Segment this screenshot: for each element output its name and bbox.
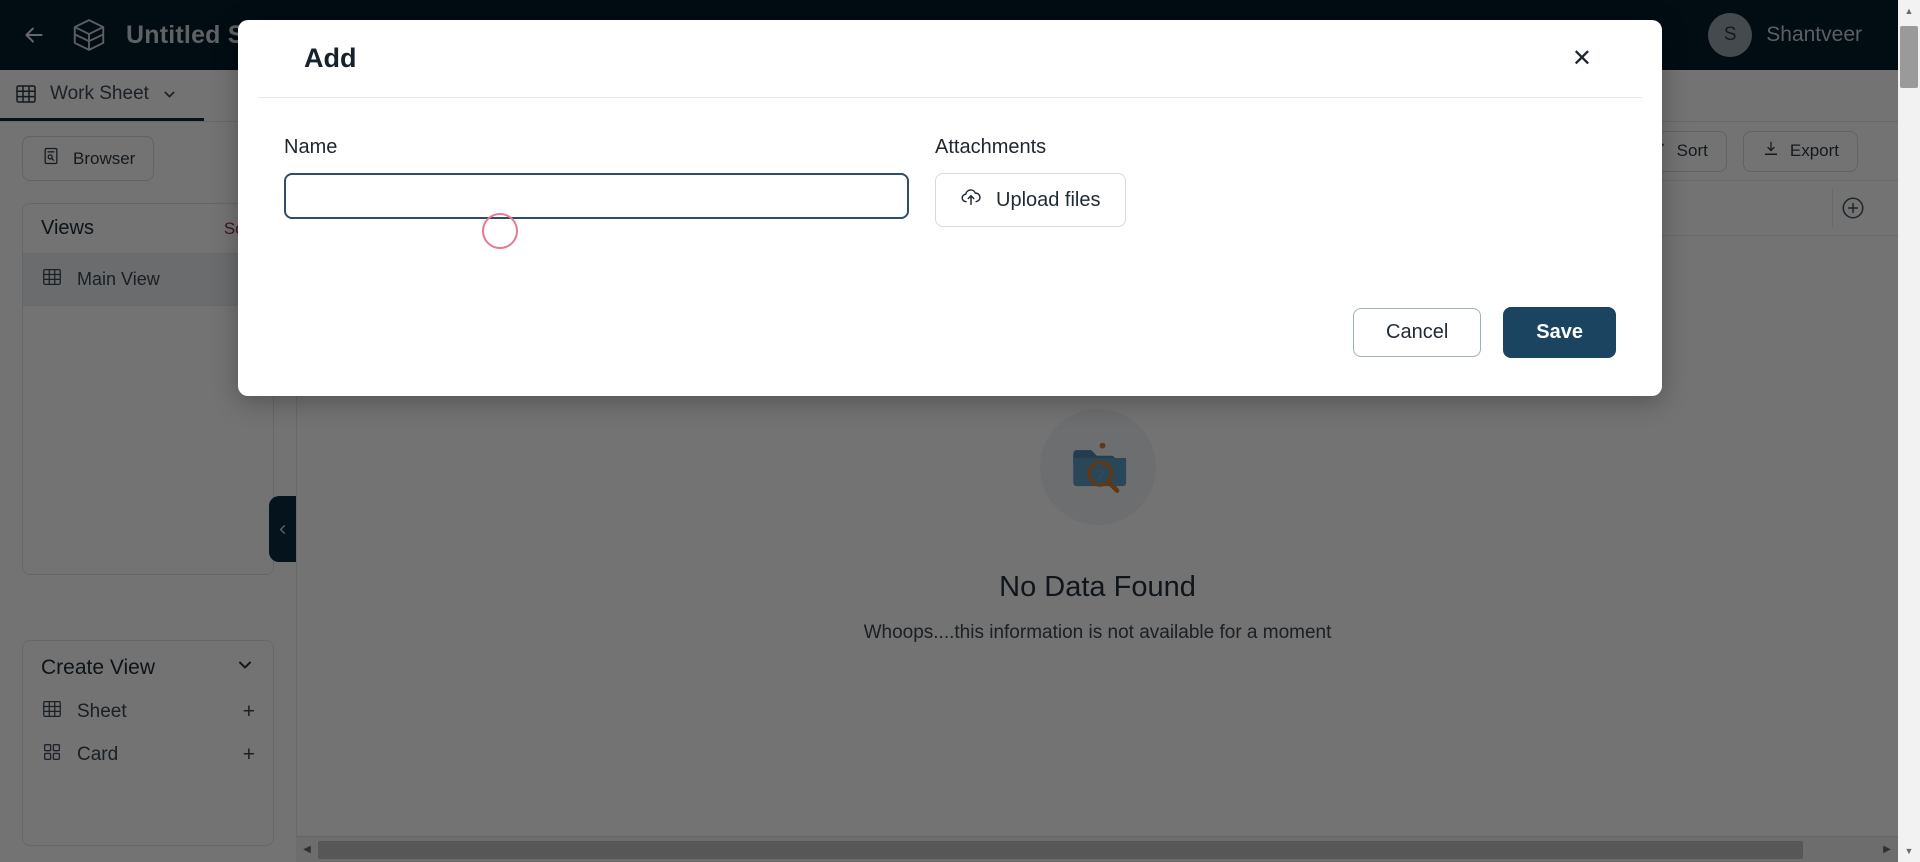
modal-body: Name Attachments Upload files: [238, 98, 1662, 227]
vertical-scrollbar[interactable]: ▲ ▼: [1898, 0, 1920, 862]
upload-files-label: Upload files: [996, 188, 1101, 211]
save-button[interactable]: Save: [1503, 307, 1616, 358]
add-modal: Add ✕ Name Attachments Upload files Canc…: [238, 20, 1662, 396]
attachments-field-group: Attachments Upload files: [935, 136, 1126, 227]
close-icon[interactable]: ✕: [1566, 43, 1598, 75]
upload-files-button[interactable]: Upload files: [935, 173, 1126, 227]
vertical-scroll-thumb[interactable]: [1900, 26, 1918, 88]
modal-header: Add ✕: [258, 20, 1642, 98]
name-field-group: Name: [284, 136, 909, 227]
attachments-field-label: Attachments: [935, 136, 1047, 158]
upload-cloud-icon: [960, 186, 982, 214]
name-field-label: Name: [284, 136, 338, 158]
app-root: Untitled Sche S Shantveer Work Sheet Bro…: [0, 0, 1920, 862]
modal-actions: Cancel Save: [1353, 307, 1616, 358]
name-input[interactable]: [284, 173, 909, 219]
modal-title: Add: [304, 43, 357, 73]
scroll-up-arrow[interactable]: ▲: [1898, 0, 1920, 22]
cancel-button[interactable]: Cancel: [1353, 308, 1482, 357]
scroll-down-arrow[interactable]: ▼: [1898, 840, 1920, 862]
